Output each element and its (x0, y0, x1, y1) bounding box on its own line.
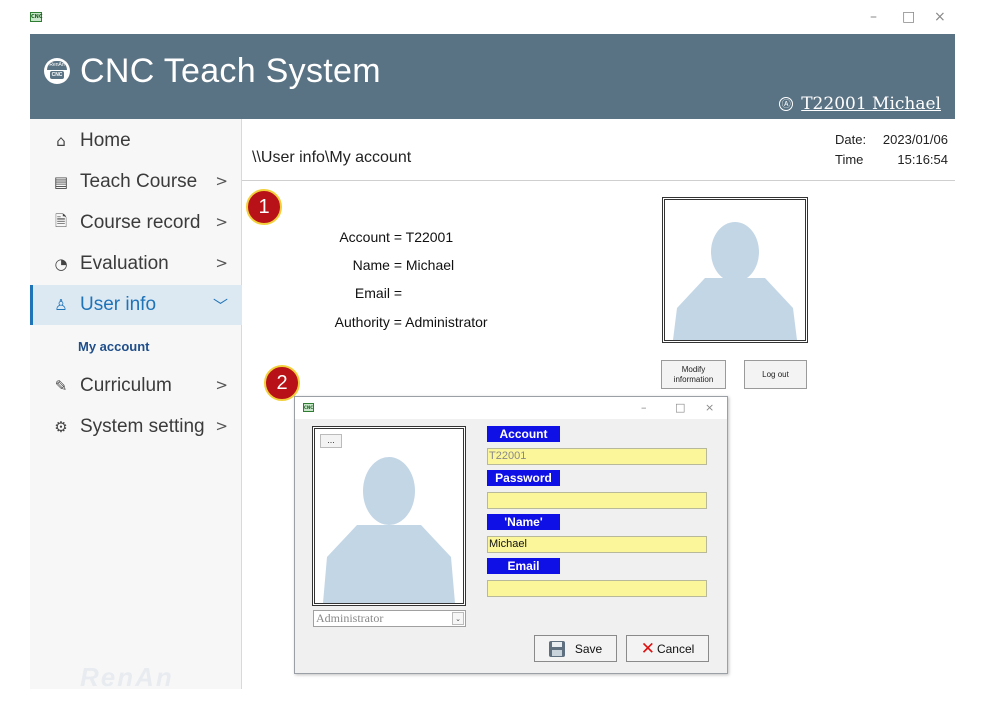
sidebar-item-label: Curriculum (80, 375, 172, 396)
red-x-icon: ✕ (640, 638, 655, 659)
save-button[interactable]: Save (534, 635, 617, 662)
authority-value: Administrator (405, 314, 488, 330)
date-value: 2023/01/06 (882, 132, 948, 147)
account-field[interactable]: T22001 (487, 448, 707, 465)
logo-icon: RenAn CNC (44, 58, 70, 84)
sidebar-item-curriculum[interactable]: ✎ Curriculum > (30, 366, 242, 406)
account-value: T22001 (405, 229, 454, 245)
name-label: Name = (352, 257, 402, 273)
account-field-label: Account (487, 426, 560, 442)
name-value: Michael (405, 257, 455, 273)
floppy-disk-icon (548, 640, 565, 657)
edit-account-dialog: CNC – □ × ... Administrator ⌄ Account T2… (294, 396, 728, 674)
person-silhouette-icon (673, 222, 797, 340)
sidebar-item-teach-course[interactable]: ▤ Teach Course > (30, 162, 242, 202)
user-menu[interactable]: Ⓐ T22001 Michael (779, 94, 941, 114)
sidebar-item-label: User info (80, 294, 157, 315)
email-label: Email = (354, 285, 402, 301)
user-icon: Ⓐ (779, 97, 794, 111)
user-icon: ♙ (54, 296, 68, 314)
browse-photo-button[interactable]: ... (320, 434, 342, 448)
user-name-link[interactable]: T22001 Michael (801, 94, 941, 114)
pie-chart-icon: ◔ (54, 255, 68, 273)
content-header: \\User info\My account Date: 2023/01/06 … (242, 119, 955, 181)
app-window: CNC – □ × RenAn CNC CNC Teach System Ⓐ T… (0, 0, 985, 708)
sidebar-item-label: System setting (80, 416, 205, 437)
email-field[interactable] (487, 580, 707, 597)
dialog-photo: ... (312, 426, 466, 606)
chevron-down-icon: ﹀ (212, 297, 228, 315)
chevron-right-icon: > (215, 417, 228, 435)
sidebar-item-label: Home (80, 130, 131, 151)
chevron-right-icon: > (215, 172, 228, 190)
modify-information-button[interactable]: Modify information (661, 360, 726, 389)
chevron-right-icon: > (215, 254, 228, 272)
sidebar-item-label: Course record (80, 212, 201, 233)
authority-select-value: Administrator (316, 611, 384, 625)
minimize-button[interactable]: – (870, 9, 877, 25)
chevron-down-icon: ⌄ (452, 612, 464, 625)
app-icon: CNC (30, 12, 43, 22)
time-value: 15:16:54 (897, 152, 948, 167)
sidebar-item-evaluation[interactable]: ◔ Evaluation > (30, 244, 242, 284)
active-indicator (30, 285, 33, 325)
account-row: Account = T22001 (242, 229, 453, 245)
app-icon: CNC (303, 403, 314, 412)
cnc-board-icon: ▤ (53, 173, 69, 191)
password-field[interactable] (487, 492, 707, 509)
cancel-button[interactable]: ✕ Cancel (626, 635, 709, 662)
sidebar-subitem-my-account[interactable]: My account (78, 339, 150, 354)
dialog-minimize-button[interactable]: – (641, 401, 647, 414)
account-label: Account = (339, 229, 402, 245)
sidebar-item-home[interactable]: ⌂ Home (30, 121, 242, 161)
chevron-right-icon: > (215, 213, 228, 231)
save-button-label: Save (574, 641, 603, 656)
password-field-label: Password (487, 470, 560, 486)
sidebar-item-course-record[interactable]: 🗎 Course record > (30, 203, 242, 243)
name-row: Name = Michael (242, 257, 455, 273)
dialog-titlebar: CNC – □ × (295, 397, 727, 419)
brand-watermark: RenAn (80, 662, 174, 692)
chevron-right-icon: > (215, 376, 228, 394)
annotation-badge-1: 1 (246, 189, 282, 225)
name-field-label: 'Name' (487, 514, 560, 530)
dialog-maximize-button[interactable]: □ (675, 401, 685, 414)
maximize-button[interactable]: □ (902, 9, 915, 25)
app-title: CNC Teach System (80, 52, 381, 90)
authority-row: Authority = Administrator (242, 314, 488, 330)
sidebar-item-system-setting[interactable]: ⚙ System setting > (30, 407, 242, 447)
cancel-button-label: Cancel (656, 641, 695, 656)
sidebar-item-user-info[interactable]: ♙ User info ﹀ (30, 285, 242, 325)
sidebar-item-label: Evaluation (80, 253, 169, 274)
home-icon: ⌂ (56, 132, 66, 150)
log-out-button[interactable]: Log out (744, 360, 807, 389)
email-row: Email = (242, 285, 402, 301)
pencil-icon: ✎ (54, 377, 68, 395)
window-titlebar: CNC – □ × (0, 0, 985, 34)
breadcrumb: \\User info\My account (252, 149, 412, 166)
app-header: RenAn CNC CNC Teach System Ⓐ T22001 Mich… (30, 34, 955, 119)
email-field-label: Email (487, 558, 560, 574)
document-icon: 🗎 (54, 211, 68, 230)
authority-select[interactable]: Administrator ⌄ (313, 610, 466, 627)
sidebar-item-label: Teach Course (80, 171, 198, 192)
gear-icon: ⚙ (54, 418, 68, 436)
name-field[interactable]: Michael (487, 536, 707, 553)
close-button[interactable]: × (934, 9, 946, 25)
person-silhouette-icon (323, 457, 455, 603)
authority-label: Authority = (334, 314, 402, 330)
profile-photo (662, 197, 808, 343)
sidebar: ⌂ Home ▤ Teach Course > 🗎 Course record … (30, 119, 242, 692)
dialog-close-button[interactable]: × (705, 401, 714, 414)
